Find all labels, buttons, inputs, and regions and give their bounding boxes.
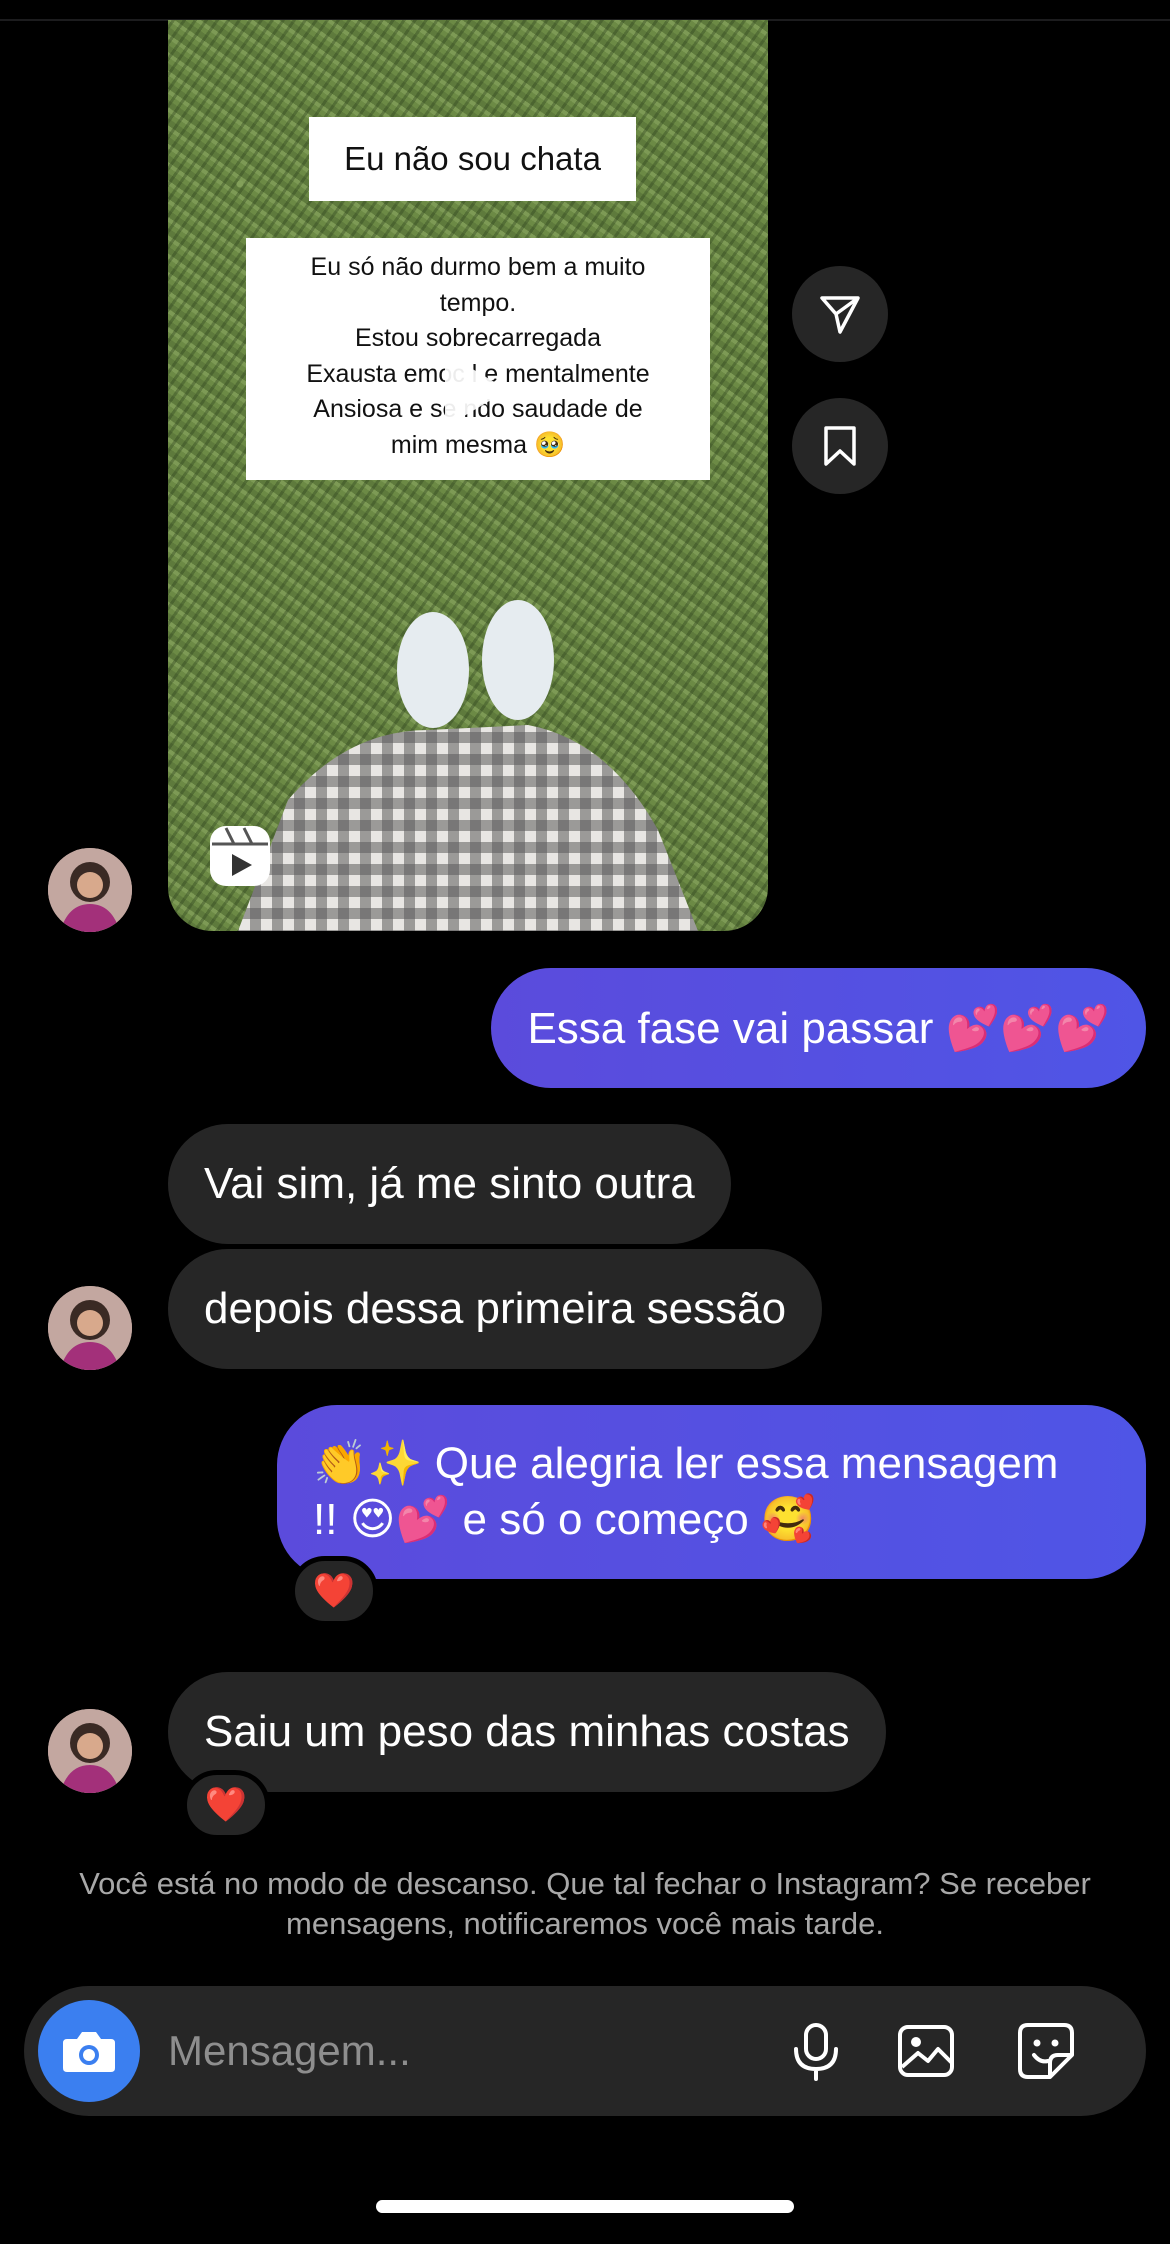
save-reel-button[interactable]	[792, 398, 888, 494]
sticker-icon[interactable]	[1016, 2021, 1076, 2081]
contact-avatar-image	[48, 1709, 132, 1793]
heart-reaction[interactable]: ❤️	[290, 1556, 378, 1626]
microphone-icon[interactable]	[786, 2021, 846, 2081]
bookmark-icon	[824, 426, 856, 466]
outgoing-message[interactable]: Essa fase vai passar 💕💕💕	[491, 968, 1146, 1088]
message-text: Essa fase vai passar 💕💕💕	[527, 1004, 1110, 1053]
reel-image-person	[238, 600, 698, 931]
share-reel-button[interactable]	[792, 266, 888, 362]
heart-reaction[interactable]: ❤️	[182, 1770, 270, 1840]
gallery-icon[interactable]	[896, 2021, 956, 2081]
avatar[interactable]	[48, 1286, 132, 1370]
message-text-line: !! 😍💕 e só o começo 🥰	[313, 1495, 816, 1544]
chat-screen: Eu não sou chata Eu só não durmo bem a m…	[0, 0, 1170, 2244]
contact-avatar-image	[48, 848, 132, 932]
heart-icon: ❤️	[204, 1786, 248, 1824]
shared-reel[interactable]: Eu não sou chata Eu só não durmo bem a m…	[168, 20, 768, 931]
avatar[interactable]	[48, 1709, 132, 1793]
reel-caption-title: Eu não sou chata	[309, 117, 636, 201]
home-indicator[interactable]	[376, 2200, 794, 2213]
contact-avatar-image	[48, 1286, 132, 1370]
incoming-message[interactable]: Vai sim, já me sinto outra	[168, 1124, 731, 1244]
play-icon[interactable]	[430, 350, 510, 430]
camera-icon	[63, 2032, 115, 2072]
message-text-line: 👏✨ Que alegria ler essa mensagem	[313, 1439, 1059, 1488]
avatar[interactable]	[48, 848, 132, 932]
message-input[interactable]	[168, 2016, 728, 2086]
outgoing-message[interactable]: 👏✨ Que alegria ler essa mensagem !! 😍💕 e…	[277, 1405, 1146, 1579]
message-composer	[24, 1986, 1146, 2116]
message-text: Saiu um peso das minhas costas	[204, 1707, 850, 1756]
camera-button[interactable]	[38, 2000, 140, 2102]
message-text: depois dessa primeira sessão	[204, 1284, 787, 1333]
heart-icon: ❤️	[312, 1572, 356, 1610]
incoming-message[interactable]: Saiu um peso das minhas costas	[168, 1672, 886, 1792]
reels-icon	[210, 826, 270, 886]
message-text: Vai sim, já me sinto outra	[204, 1159, 695, 1208]
send-icon	[820, 296, 860, 334]
incoming-message[interactable]: depois dessa primeira sessão	[168, 1249, 823, 1369]
rest-mode-notice: Você está no modo de descanso. Que tal f…	[79, 1866, 1091, 1941]
